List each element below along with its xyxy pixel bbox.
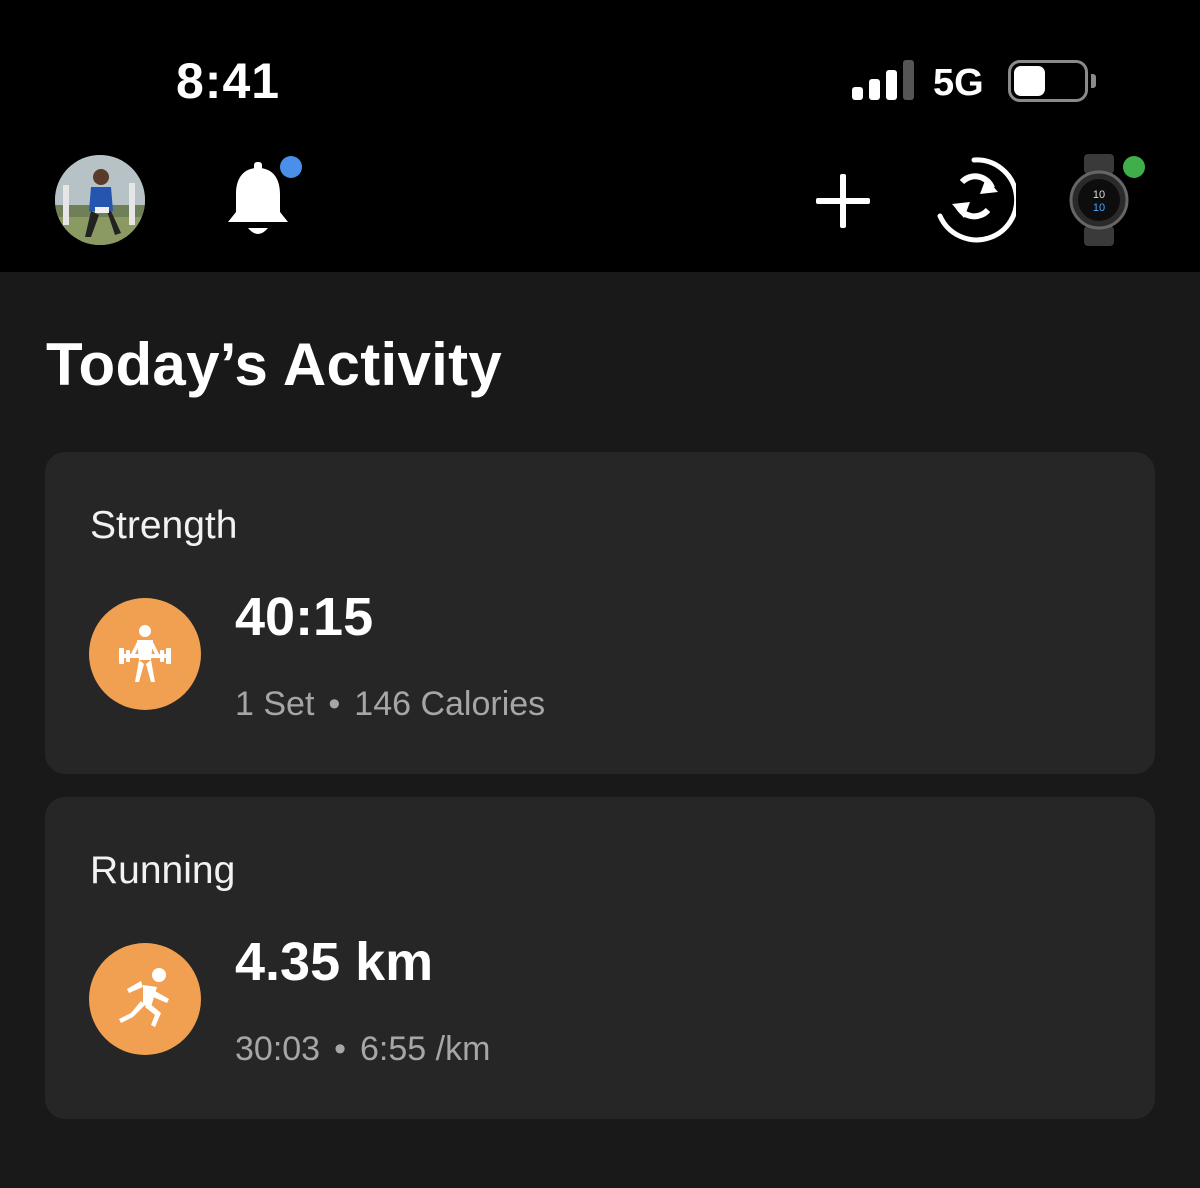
device-status-dot	[1123, 156, 1145, 178]
battery-icon	[1008, 60, 1096, 102]
activity-type-label: Strength	[90, 504, 238, 547]
notification-dot	[280, 156, 302, 178]
activity-distance: 4.35 km	[235, 932, 434, 992]
weightlifting-icon	[89, 598, 201, 710]
separator: •	[334, 1030, 346, 1068]
activity-details: 1 Set • 146 Calories	[235, 685, 545, 724]
status-time: 8:41	[176, 53, 281, 109]
svg-text:10: 10	[1093, 202, 1105, 214]
activity-detail: 1 Set	[235, 685, 315, 723]
activity-detail: 30:03	[235, 1030, 321, 1068]
separator: •	[328, 685, 341, 723]
activity-detail: 6:55 /km	[360, 1030, 491, 1068]
activity-card-strength[interactable]: Strength 40:15 1 Set • 146 Calories	[45, 452, 1155, 774]
activity-type-label: Running	[90, 849, 236, 892]
network-label: 5G	[933, 62, 984, 104]
sync-icon[interactable]	[932, 152, 1020, 248]
profile-avatar[interactable]	[55, 155, 145, 245]
svg-text:10: 10	[1093, 189, 1105, 201]
activity-card-running[interactable]: Running 4.35 km 30:03 • 6:55 /km	[45, 797, 1155, 1119]
activity-details: 30:03 • 6:55 /km	[235, 1030, 490, 1069]
page-title: Today’s Activity	[46, 331, 503, 398]
signal-icon	[852, 60, 914, 100]
activity-detail: 146 Calories	[354, 685, 546, 723]
activity-duration: 40:15	[235, 587, 374, 647]
top-bar: 8:41 5G 10 10	[0, 0, 1200, 272]
plus-icon[interactable]	[812, 170, 874, 232]
running-icon	[89, 943, 201, 1055]
